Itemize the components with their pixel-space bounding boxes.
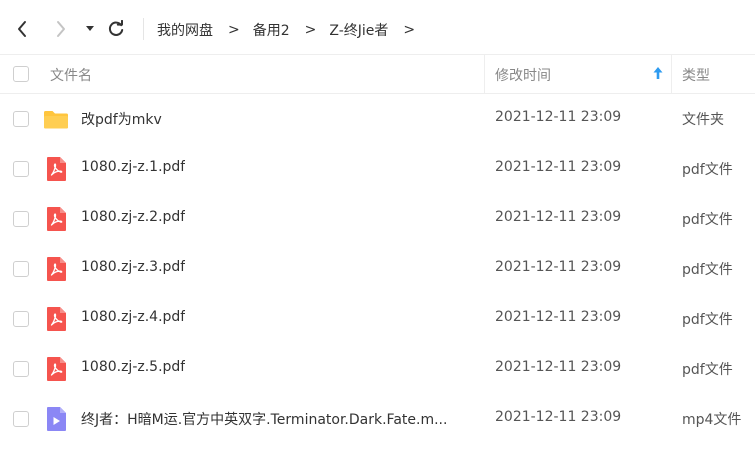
pdf-icon [43, 356, 69, 382]
breadcrumb-item-backup[interactable]: 备用2 [253, 20, 290, 40]
pdf-icon [43, 306, 69, 332]
chevron-right-icon [57, 21, 65, 37]
pdf-icon [43, 256, 69, 282]
file-modified-time: 2021-12-11 23:09 [495, 159, 622, 175]
row-checkbox[interactable] [13, 111, 29, 127]
breadcrumb-item-current[interactable]: Z-终Jie者 [329, 20, 388, 40]
file-list-header: 文件名 修改时间 类型 [0, 54, 755, 94]
file-name[interactable]: 改pdf为mkv [81, 109, 162, 129]
chevron-left-icon [18, 21, 26, 37]
file-name[interactable]: 终J者：H暗M运.官方中英双字.Terminator.Dark.Fate.m..… [81, 409, 447, 429]
file-modified-time: 2021-12-11 23:09 [495, 209, 622, 225]
breadcrumb: 我的网盘 > 备用2 > Z-终Jie者 > [157, 19, 428, 41]
file-row[interactable]: 终J者：H暗M运.官方中英双字.Terminator.Dark.Fate.m..… [0, 394, 755, 444]
breadcrumb-item-root[interactable]: 我的网盘 [157, 20, 213, 40]
video-icon [43, 406, 69, 432]
file-type: pdf文件 [682, 262, 733, 278]
file-row[interactable]: 1080.zj-z.3.pdf 2021-12-11 23:09 pdf文件 [0, 244, 755, 294]
history-dropdown-button[interactable] [82, 17, 98, 41]
refresh-icon [108, 20, 124, 36]
row-checkbox[interactable] [13, 411, 29, 427]
file-modified-time: 2021-12-11 23:09 [495, 409, 622, 425]
back-button[interactable] [12, 17, 32, 41]
file-type: pdf文件 [682, 312, 733, 328]
row-checkbox[interactable] [13, 261, 29, 277]
file-type: 文件夹 [682, 112, 724, 128]
row-checkbox[interactable] [13, 311, 29, 327]
caret-down-icon [86, 26, 94, 31]
column-divider [671, 55, 672, 93]
file-modified-time: 2021-12-11 23:09 [495, 309, 622, 325]
file-row[interactable]: 1080.zj-z.1.pdf 2021-12-11 23:09 pdf文件 [0, 144, 755, 194]
sort-up-arrow-icon[interactable] [652, 66, 664, 80]
file-row[interactable]: 1080.zj-z.2.pdf 2021-12-11 23:09 pdf文件 [0, 194, 755, 244]
file-name[interactable]: 1080.zj-z.4.pdf [81, 309, 185, 325]
breadcrumb-separator: > [403, 22, 416, 38]
folder-icon [43, 106, 69, 132]
column-header-name[interactable]: 文件名 [50, 65, 92, 85]
toolbar: 我的网盘 > 备用2 > Z-终Jie者 > [0, 0, 755, 54]
column-header-type[interactable]: 类型 [682, 65, 710, 85]
file-row[interactable]: 1080.zj-z.4.pdf 2021-12-11 23:09 pdf文件 [0, 294, 755, 344]
pdf-icon [43, 206, 69, 232]
row-checkbox[interactable] [13, 211, 29, 227]
breadcrumb-separator: > [228, 22, 240, 38]
breadcrumb-separator: > [304, 22, 317, 38]
column-header-time[interactable]: 修改时间 [495, 65, 551, 85]
select-all-checkbox[interactable] [13, 66, 29, 82]
file-name[interactable]: 1080.zj-z.1.pdf [81, 159, 185, 175]
file-row[interactable]: 1080.zj-z.5.pdf 2021-12-11 23:09 pdf文件 [0, 344, 755, 394]
row-checkbox[interactable] [13, 161, 29, 177]
row-checkbox[interactable] [13, 361, 29, 377]
file-row[interactable]: 改pdf为mkv 2021-12-11 23:09 文件夹 [0, 94, 755, 144]
file-name[interactable]: 1080.zj-z.5.pdf [81, 359, 185, 375]
file-name[interactable]: 1080.zj-z.2.pdf [81, 209, 185, 225]
refresh-button[interactable] [105, 17, 127, 41]
file-type: pdf文件 [682, 362, 733, 378]
file-modified-time: 2021-12-11 23:09 [495, 109, 622, 125]
file-name[interactable]: 1080.zj-z.3.pdf [81, 259, 185, 275]
file-type: pdf文件 [682, 212, 733, 228]
file-type: pdf文件 [682, 162, 733, 178]
file-modified-time: 2021-12-11 23:09 [495, 359, 622, 375]
file-type: mp4文件 [682, 412, 742, 428]
pdf-icon [43, 156, 69, 182]
toolbar-divider [143, 18, 144, 40]
file-modified-time: 2021-12-11 23:09 [495, 259, 622, 275]
column-divider [484, 55, 485, 93]
forward-button[interactable] [51, 17, 71, 41]
